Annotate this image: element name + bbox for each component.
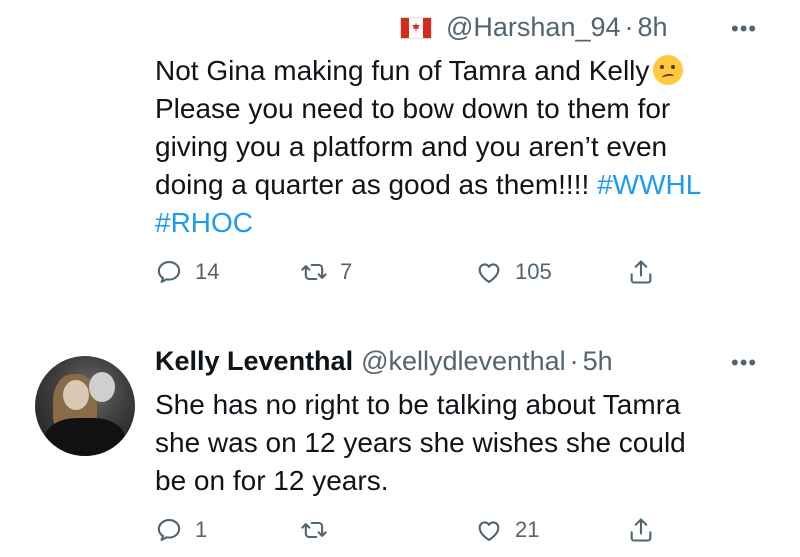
timestamp[interactable]: 8h	[638, 12, 668, 43]
tweet-actions: 14 7 105	[155, 258, 675, 292]
share-icon	[630, 260, 652, 284]
retweet-button[interactable]: 7	[300, 258, 352, 286]
tweet-line: giving you a platform and you aren’t eve…	[155, 131, 668, 162]
tweet-kelly[interactable]: Kelly Leventhal @kellydleventhal · 5h ••…	[0, 316, 800, 557]
like-button[interactable]: 21	[475, 516, 539, 544]
tweet-line: she was on 12 years she wishes she could	[155, 427, 686, 458]
tweet-line: doing a quarter as good as them!!!!	[155, 169, 598, 200]
hashtag-link[interactable]: #WWHL	[597, 169, 701, 200]
more-options-icon[interactable]: •••	[731, 18, 757, 40]
tweet-line: Please you need to bow down to them for	[155, 93, 671, 124]
avatar[interactable]	[35, 356, 135, 456]
retweet-button[interactable]	[300, 516, 340, 544]
user-handle[interactable]: @Harshan_94	[446, 12, 621, 43]
share-button[interactable]	[627, 258, 667, 286]
share-button[interactable]	[627, 516, 667, 544]
canada-flag-icon	[400, 16, 432, 39]
like-icon	[478, 263, 500, 283]
display-name[interactable]: Kelly Leventhal	[155, 346, 353, 377]
like-icon	[478, 521, 500, 541]
timestamp[interactable]: 5h	[583, 346, 613, 377]
reply-icon	[157, 519, 181, 541]
retweet-count: 7	[340, 259, 353, 284]
tweet-actions: 1 21	[155, 516, 675, 550]
more-options-icon[interactable]: •••	[731, 352, 757, 374]
user-handle[interactable]: @kellydleventhal	[361, 346, 566, 377]
like-count: 21	[515, 517, 540, 542]
tweet-text: Not Gina making fun of Tamra and Kelly P…	[155, 52, 701, 242]
like-count: 105	[515, 259, 552, 284]
separator: ·	[624, 12, 634, 42]
reply-icon	[157, 261, 181, 283]
separator: ·	[569, 346, 579, 376]
tweet-harshan[interactable]: @Harshan_94 · 8h ••• Not Gina making fun…	[0, 0, 800, 316]
tweet-header: Kelly Leventhal @kellydleventhal · 5h	[155, 346, 613, 377]
tweet-line: be on for 12 years.	[155, 465, 389, 496]
tweet-line: Not Gina making fun of Tamra and Kelly	[155, 55, 650, 86]
reply-button[interactable]: 14	[155, 258, 219, 286]
tweet-header: @Harshan_94 · 8h	[400, 12, 668, 43]
retweet-icon	[301, 263, 327, 281]
hashtag-link[interactable]: #RHOC	[155, 207, 253, 238]
reply-count: 1	[195, 517, 208, 542]
tweet-text: She has no right to be talking about Tam…	[155, 386, 686, 500]
tweet-line: She has no right to be talking about Tam…	[155, 389, 681, 420]
reply-button[interactable]: 1	[155, 516, 207, 544]
reply-count: 14	[195, 259, 220, 284]
share-icon	[630, 518, 652, 542]
like-button[interactable]: 105	[475, 258, 552, 286]
woozy-face-emoji	[653, 55, 684, 85]
retweet-icon	[301, 521, 327, 539]
